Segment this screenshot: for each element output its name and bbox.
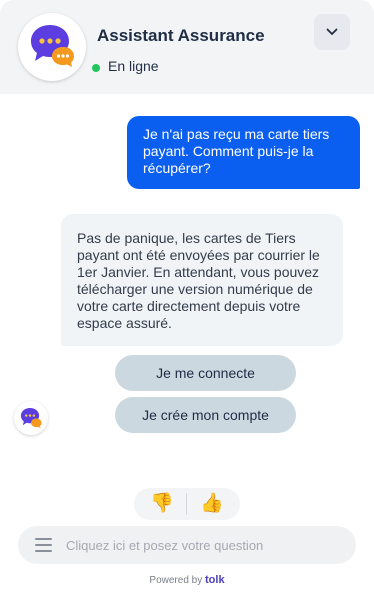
chevron-down-icon bbox=[326, 28, 338, 35]
question-input[interactable] bbox=[66, 534, 336, 556]
feedback-bar: 👎 👍 bbox=[134, 488, 240, 520]
collapse-button[interactable] bbox=[314, 14, 350, 50]
chat-bubbles-icon bbox=[20, 407, 42, 429]
chat-header: Assistant Assurance En ligne bbox=[0, 0, 374, 94]
bot-avatar bbox=[14, 401, 48, 435]
user-message: Je n'ai pas reçu ma carte tiers payant. … bbox=[127, 116, 360, 189]
feedback-divider bbox=[186, 493, 187, 515]
powered-by: Powered by tolk bbox=[0, 574, 374, 586]
online-status-label: En ligne bbox=[108, 58, 159, 74]
thumbs-down-icon[interactable]: 👎 bbox=[147, 492, 177, 516]
powered-by-label: Powered by bbox=[149, 575, 203, 586]
question-bar bbox=[18, 526, 356, 564]
online-status-dot bbox=[92, 64, 100, 72]
chat-bubbles-icon bbox=[31, 25, 74, 67]
menu-icon[interactable] bbox=[35, 538, 52, 556]
bot-message: Pas de panique, les cartes de Tiers paya… bbox=[61, 214, 343, 346]
quick-reply-connect[interactable]: Je me connecte bbox=[115, 355, 296, 391]
tolk-logo[interactable]: tolk bbox=[205, 574, 225, 586]
assistant-avatar bbox=[18, 13, 86, 81]
assistant-title: Assistant Assurance bbox=[97, 26, 265, 45]
chat-widget: Assistant Assurance En ligne Je n'ai pas… bbox=[0, 0, 374, 596]
thumbs-up-icon[interactable]: 👍 bbox=[197, 492, 227, 516]
quick-reply-create-account[interactable]: Je crée mon compte bbox=[115, 397, 296, 433]
